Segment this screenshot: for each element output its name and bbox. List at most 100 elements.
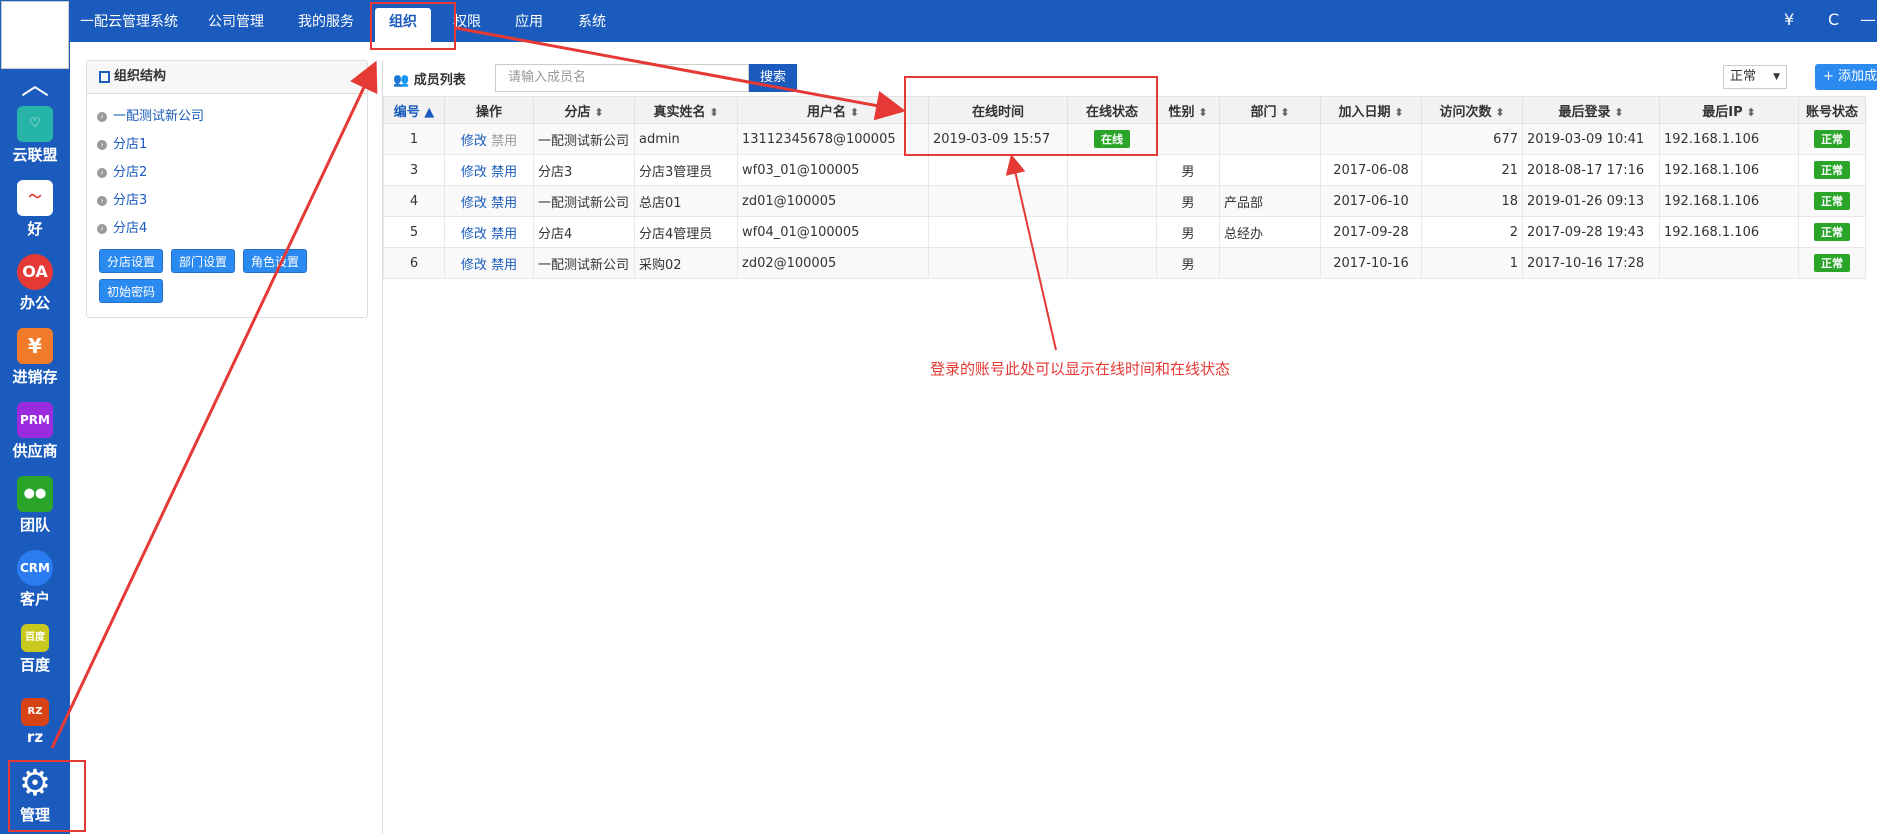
col-username[interactable]: 用户名	[737, 96, 929, 124]
app-baidu[interactable]: 百度 百度	[0, 624, 70, 675]
chevron-right-icon: ›	[97, 111, 107, 122]
col-visits[interactable]: 访问次数	[1421, 96, 1523, 124]
chevron-right-icon: ›	[97, 139, 107, 150]
app-label: 团队	[19, 516, 50, 534]
org-panel-header: 组织结构	[87, 61, 367, 94]
app-label: 云联盟	[12, 146, 58, 164]
cell-last-login: 2017-10-16 17:28	[1522, 247, 1660, 279]
disable-link[interactable]: 禁用	[491, 196, 517, 211]
nav-system[interactable]: 系统	[578, 0, 606, 42]
cell-last-ip: 192.168.1.106	[1659, 185, 1799, 217]
org-node[interactable]: › 一配测试新公司	[97, 105, 204, 124]
col-id[interactable]: 编号 ▲	[383, 96, 445, 124]
app-hao[interactable]: 〜 好	[0, 180, 70, 239]
app-rz[interactable]: RZ rz	[0, 698, 70, 746]
role-settings-button[interactable]: 角色设置	[243, 249, 307, 273]
cell-dept: 产品部	[1219, 185, 1321, 217]
yen-icon[interactable]: ¥	[1784, 10, 1794, 29]
col-name[interactable]: 真实姓名	[634, 96, 738, 124]
cell-branch: 一配测试新公司	[533, 185, 635, 217]
org-node-label: 分店4	[113, 221, 148, 236]
cell-gender: 男	[1156, 216, 1220, 248]
member-list-title: 👥 成员列表	[393, 69, 466, 88]
brand-title[interactable]: 一配云管理系统	[80, 0, 178, 42]
cell-last-login: 2019-03-09 10:41	[1522, 123, 1660, 155]
cell-account-status: 正常	[1798, 216, 1866, 248]
cell-online-time	[928, 216, 1068, 248]
app-label: 办公	[19, 294, 50, 312]
app-label: 百度	[19, 656, 50, 674]
chevron-up-icon[interactable]: ︿	[0, 70, 70, 100]
col-branch[interactable]: 分店	[533, 96, 635, 124]
disable-link[interactable]: 禁用	[491, 258, 517, 273]
app-oa[interactable]: OA 办公	[0, 254, 70, 313]
cell-actions: 修改 禁用	[444, 123, 534, 155]
branch-settings-button[interactable]: 分店设置	[99, 249, 163, 273]
company-logo[interactable]	[1, 1, 69, 69]
table-row: 4 修改 禁用 一配测试新公司 总店01 zd01@100005 男 产品部 2…	[383, 185, 1866, 217]
nav-services[interactable]: 我的服务	[298, 0, 354, 42]
cell-branch: 分店4	[533, 216, 635, 248]
cell-name: 总店01	[634, 185, 738, 217]
status-select-value: 正常	[1730, 69, 1757, 84]
add-member-button[interactable]: + 添加成员	[1815, 64, 1877, 90]
col-last-login[interactable]: 最后登录	[1522, 96, 1660, 124]
cell-online-time	[928, 154, 1068, 186]
nav-apps[interactable]: 应用	[515, 0, 543, 42]
col-account-status: 账号状态	[1798, 96, 1866, 124]
table-row: 5 修改 禁用 分店4 分店4管理员 wf04_01@100005 男 总经办 …	[383, 216, 1866, 248]
app-team[interactable]: ●● 团队	[0, 476, 70, 535]
col-gender[interactable]: 性别	[1156, 96, 1220, 124]
col-join-date[interactable]: 加入日期	[1320, 96, 1422, 124]
app-label: 客户	[19, 590, 50, 608]
disable-link[interactable]: 禁用	[491, 165, 517, 180]
cell-last-ip	[1659, 247, 1799, 279]
edit-link[interactable]: 修改	[461, 165, 487, 180]
table-row: 6 修改 禁用 一配测试新公司 采购02 zd02@100005 男 2017-…	[383, 247, 1866, 279]
search-button[interactable]: 搜索	[749, 64, 797, 92]
app-yunlianmeng[interactable]: ♡ 云联盟	[0, 106, 70, 165]
member-search-input[interactable]: 请输入成员名	[495, 64, 749, 92]
cell-online-status	[1067, 185, 1157, 217]
app-inventory[interactable]: ¥ 进销存	[0, 328, 70, 387]
cell-join-date	[1320, 123, 1422, 155]
cell-actions: 修改 禁用	[444, 247, 534, 279]
cell-visits: 1	[1421, 247, 1523, 279]
handshake-icon: ♡	[17, 106, 53, 142]
app-crm[interactable]: CRM 客户	[0, 550, 70, 609]
edit-link[interactable]: 修改	[461, 134, 487, 149]
refresh-icon[interactable]: C	[1828, 10, 1839, 29]
edit-link[interactable]: 修改	[461, 258, 487, 273]
cell-account-status: 正常	[1798, 154, 1866, 186]
nav-company[interactable]: 公司管理	[208, 0, 264, 42]
app-prm[interactable]: PRM 供应商	[0, 402, 70, 461]
oa-icon: OA	[17, 254, 53, 290]
cell-name: 采购02	[634, 247, 738, 279]
org-node[interactable]: › 分店1	[97, 133, 147, 152]
edit-link[interactable]: 修改	[461, 227, 487, 242]
cell-join-date: 2017-06-08	[1320, 154, 1422, 186]
crm-icon: CRM	[17, 550, 53, 586]
status-select[interactable]: 正常 ▼	[1723, 65, 1787, 89]
pulse-icon: 〜	[17, 180, 53, 216]
disable-link[interactable]: 禁用	[491, 227, 517, 242]
col-dept[interactable]: 部门	[1219, 96, 1321, 124]
col-last-ip[interactable]: 最后IP	[1659, 96, 1799, 124]
edit-link[interactable]: 修改	[461, 196, 487, 211]
minimize-icon[interactable]: —	[1860, 10, 1876, 29]
nav-permission[interactable]: 权限	[453, 0, 481, 42]
cell-branch: 一配测试新公司	[533, 123, 635, 155]
org-node[interactable]: › 分店2	[97, 161, 147, 180]
org-node-label: 分店1	[113, 137, 148, 152]
org-node[interactable]: › 分店4	[97, 217, 147, 236]
init-password-button[interactable]: 初始密码	[99, 279, 163, 303]
dept-settings-button[interactable]: 部门设置	[171, 249, 235, 273]
org-node[interactable]: › 分店3	[97, 189, 147, 208]
cell-dept	[1219, 247, 1321, 279]
cell-gender: 男	[1156, 185, 1220, 217]
cell-last-ip: 192.168.1.106	[1659, 123, 1799, 155]
chevron-right-icon: ›	[97, 223, 107, 234]
status-badge: 正常	[1814, 223, 1850, 241]
col-actions: 操作	[444, 96, 534, 124]
org-node-label: 一配测试新公司	[113, 109, 205, 124]
